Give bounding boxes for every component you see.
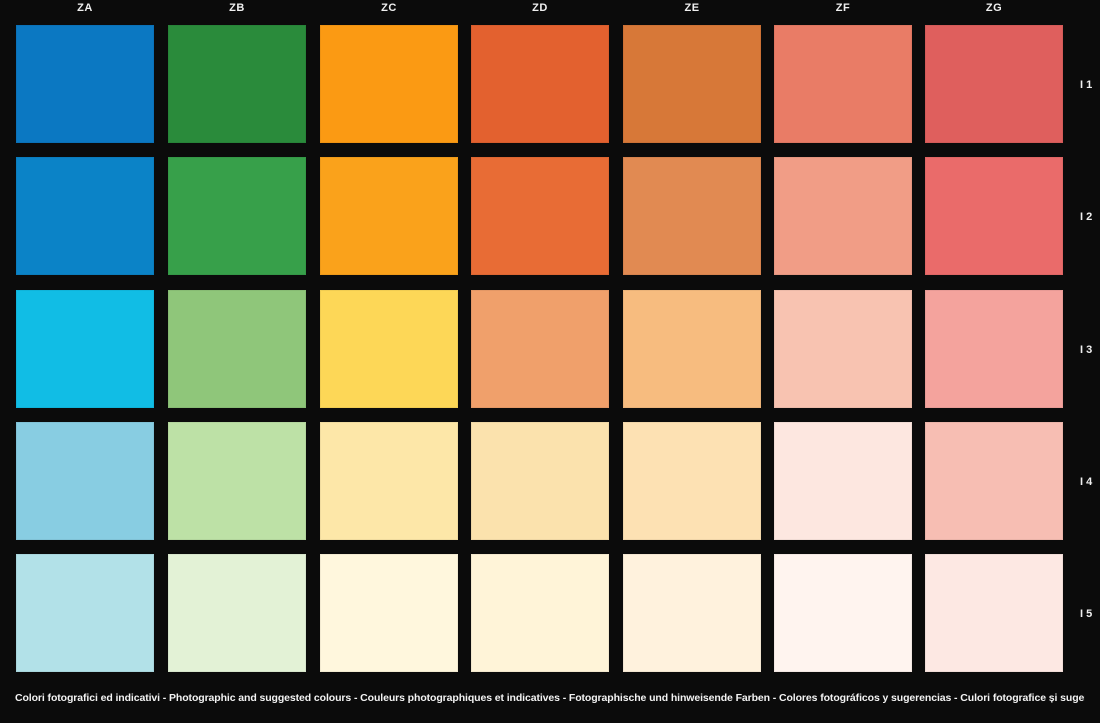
swatch-za-i3	[16, 290, 154, 408]
swatch-zc-i5	[320, 554, 458, 672]
swatch-zg-i1	[925, 25, 1063, 143]
swatch-zf-i4	[774, 422, 912, 540]
swatch-zc-i3	[320, 290, 458, 408]
swatch-ze-i4	[623, 422, 761, 540]
swatch-zg-i2	[925, 157, 1063, 275]
row-label-i1: I 1	[1080, 79, 1093, 91]
row-label-i5: I 5	[1080, 608, 1093, 620]
swatch-zf-i3	[774, 290, 912, 408]
swatch-zf-i5	[774, 554, 912, 672]
swatch-zd-i1	[471, 25, 609, 143]
swatch-zd-i2	[471, 157, 609, 275]
color-swatch-grid: I 1 I 2 I 3 I 4 I 5	[0, 0, 1100, 690]
swatch-zf-i2	[774, 157, 912, 275]
swatch-ze-i1	[623, 25, 761, 143]
swatch-ze-i3	[623, 290, 761, 408]
swatch-ze-i5	[623, 554, 761, 672]
swatch-zb-i5	[168, 554, 306, 672]
swatch-za-i5	[16, 554, 154, 672]
color-chart: ZA ZB ZC ZD ZE ZF ZG I 1 I 2 I 3 I 4 I 5…	[0, 0, 1100, 723]
swatch-zg-i4	[925, 422, 1063, 540]
swatch-za-i1	[16, 25, 154, 143]
swatch-ze-i2	[623, 157, 761, 275]
swatch-zc-i4	[320, 422, 458, 540]
swatch-zd-i5	[471, 554, 609, 672]
swatch-za-i4	[16, 422, 154, 540]
swatch-zc-i2	[320, 157, 458, 275]
row-label-i2: I 2	[1080, 211, 1093, 223]
swatch-zg-i5	[925, 554, 1063, 672]
swatch-zb-i2	[168, 157, 306, 275]
swatch-za-i2	[16, 157, 154, 275]
swatch-zd-i3	[471, 290, 609, 408]
swatch-zg-i3	[925, 290, 1063, 408]
swatch-zc-i1	[320, 25, 458, 143]
swatch-zb-i4	[168, 422, 306, 540]
swatch-zb-i3	[168, 290, 306, 408]
footer-caption: Colori fotografici ed indicativi - Photo…	[15, 692, 1085, 704]
swatch-zd-i4	[471, 422, 609, 540]
row-label-i4: I 4	[1080, 476, 1093, 488]
swatch-zf-i1	[774, 25, 912, 143]
swatch-zb-i1	[168, 25, 306, 143]
row-label-i3: I 3	[1080, 344, 1093, 356]
